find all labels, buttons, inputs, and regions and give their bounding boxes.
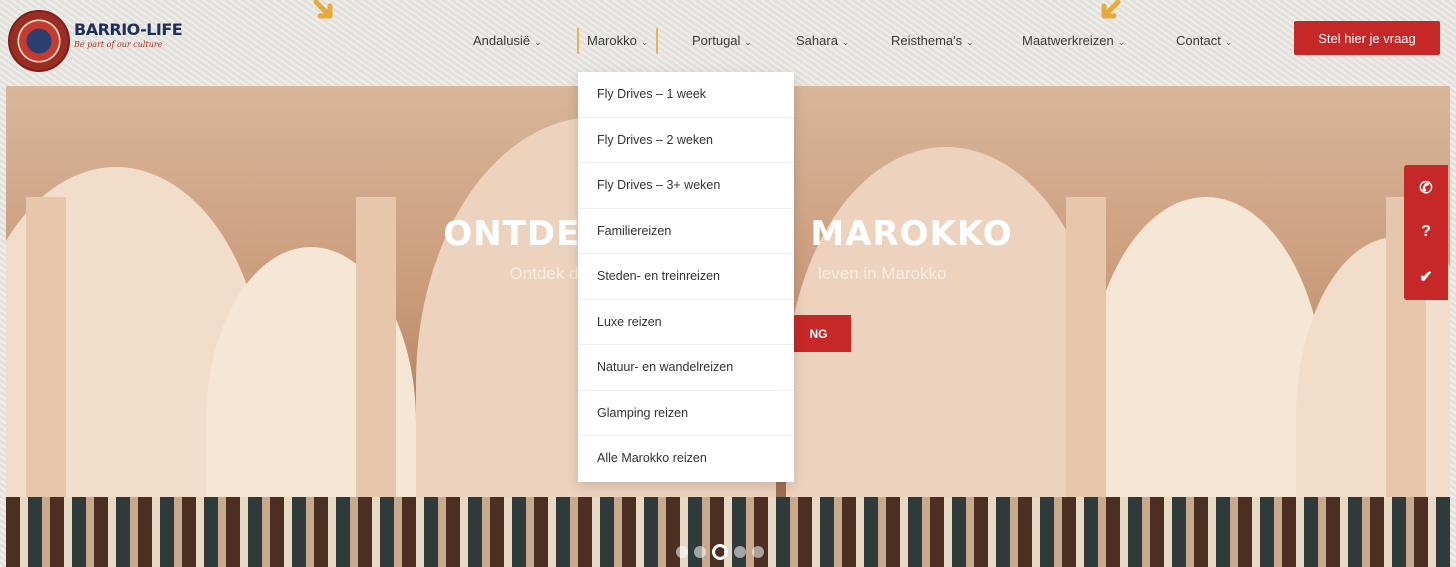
chevron-down-icon: ⌄ bbox=[1117, 37, 1126, 47]
hero-subtitle-left: Ontdek de bbox=[509, 264, 588, 283]
dropdown-item[interactable]: Luxe reizen bbox=[578, 300, 794, 345]
nav-item-reisthemas[interactable]: Reisthema's ⌄ bbox=[891, 28, 974, 54]
nav-label: Contact bbox=[1176, 33, 1221, 48]
hero-title-right: MAROKKO bbox=[810, 214, 1013, 254]
phone-icon[interactable]: ✆ bbox=[1419, 178, 1432, 198]
nav-item-portugal[interactable]: Portugal ⌄ bbox=[692, 28, 752, 54]
nav-item-marokko[interactable]: Marokko ⌄ bbox=[577, 28, 659, 54]
dropdown-item[interactable]: Glamping reizen bbox=[578, 391, 794, 436]
main-nav: Andalusië ⌄ Marokko ⌄ Portugal ⌄ Sahara ⌄ Re… bbox=[6, 28, 1450, 54]
floating-contact-bar: ✆ ? ✔ bbox=[1404, 165, 1448, 300]
check-icon[interactable]: ✔ bbox=[1419, 267, 1432, 287]
nav-item-sahara[interactable]: Sahara ⌄ bbox=[796, 28, 849, 54]
dropdown-item[interactable]: Fly Drives – 1 week bbox=[578, 72, 794, 118]
hero-subtitle-right: leven in Marokko bbox=[817, 264, 947, 283]
dropdown-item[interactable]: Fly Drives – 3+ weken bbox=[578, 163, 794, 209]
dropdown-item[interactable]: Alle Marokko reizen bbox=[578, 436, 794, 482]
nav-item-andalusie[interactable]: Andalusië ⌄ bbox=[473, 28, 542, 54]
chevron-down-icon: ⌄ bbox=[744, 37, 752, 47]
slider-dots bbox=[676, 544, 764, 560]
hero-cta-label: NG bbox=[809, 326, 828, 341]
slider-dot[interactable] bbox=[694, 546, 706, 558]
nav-label: Portugal bbox=[692, 33, 741, 48]
chevron-down-icon: ⌄ bbox=[1224, 37, 1233, 47]
nav-item-maatwerkreizen[interactable]: Maatwerkreizen ⌄ bbox=[1022, 28, 1125, 54]
dropdown-item[interactable]: Familiereizen bbox=[578, 209, 794, 254]
question-icon[interactable]: ? bbox=[1421, 223, 1431, 241]
nav-label: Sahara bbox=[796, 33, 838, 48]
nav-item-contact[interactable]: Contact ⌄ bbox=[1176, 28, 1232, 54]
ask-question-button[interactable]: Stel hier je vraag bbox=[1294, 21, 1440, 55]
chevron-down-icon: ⌄ bbox=[534, 37, 542, 47]
slider-dot[interactable] bbox=[752, 546, 764, 558]
nav-label: Andalusië bbox=[473, 33, 531, 48]
dropdown-item[interactable]: Fly Drives – 2 weken bbox=[578, 118, 794, 163]
chevron-down-icon: ⌄ bbox=[841, 37, 850, 47]
marokko-dropdown-menu: Fly Drives – 1 week Fly Drives – 2 weken… bbox=[578, 72, 794, 482]
dropdown-item[interactable]: Natuur- en wandelreizen bbox=[578, 345, 794, 391]
chevron-down-icon: ⌄ bbox=[640, 37, 649, 47]
hero-title-left: ONTDE bbox=[443, 214, 581, 254]
dropdown-item[interactable]: Steden- en treinreizen bbox=[578, 254, 794, 300]
slider-dot-active[interactable] bbox=[712, 544, 728, 560]
nav-label: Reisthema's bbox=[891, 33, 963, 48]
nav-label: Maatwerkreizen bbox=[1022, 33, 1114, 48]
chevron-down-icon: ⌄ bbox=[966, 37, 974, 47]
slider-dot[interactable] bbox=[676, 546, 688, 558]
site-header: BARRIO-LIFE Be part of our culture Andal… bbox=[6, 8, 1450, 74]
nav-label: Marokko bbox=[587, 33, 637, 48]
slider-dot[interactable] bbox=[734, 546, 746, 558]
